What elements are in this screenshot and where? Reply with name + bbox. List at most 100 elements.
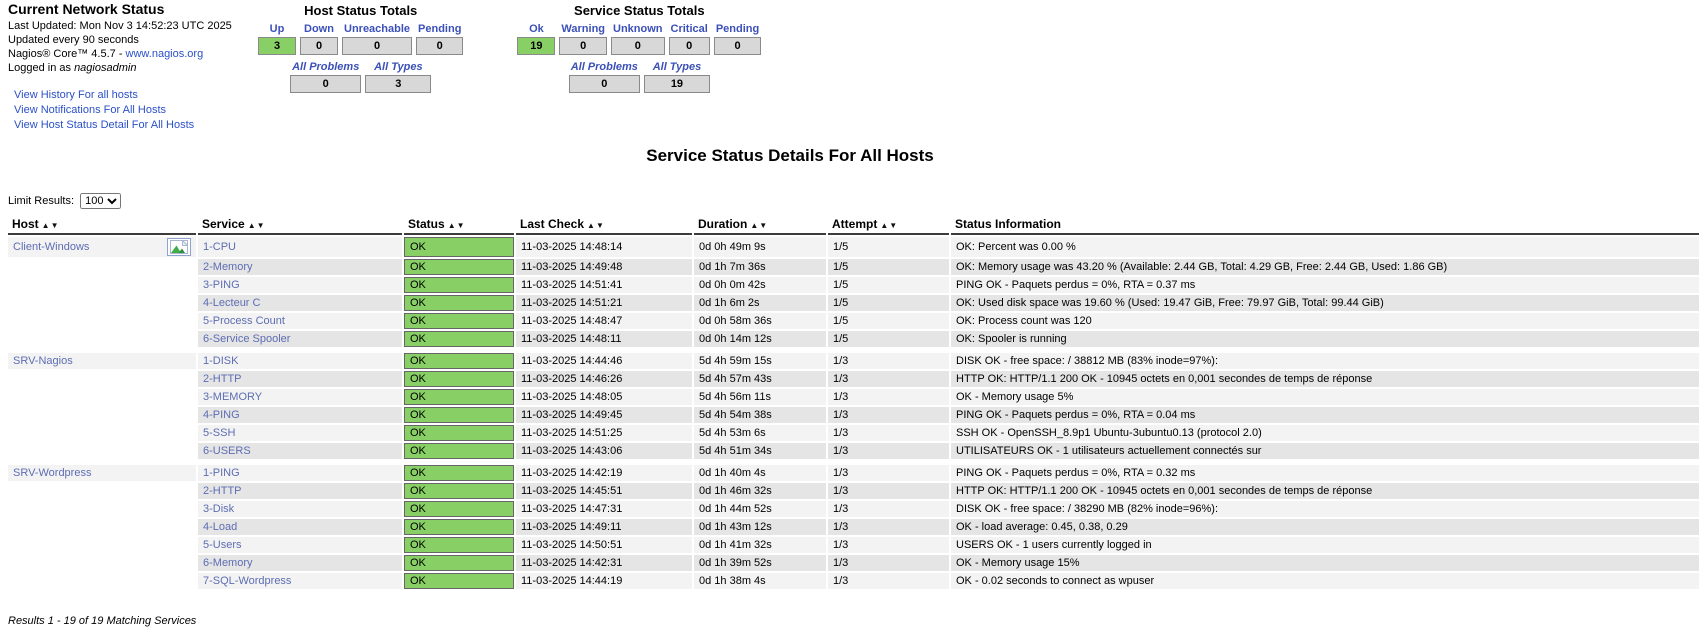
sort-descending-icon[interactable]: ▼	[759, 221, 768, 230]
sort-ascending-icon[interactable]: ▲	[248, 221, 257, 230]
status-cell: OK	[404, 537, 514, 553]
attempt-cell: 1/3	[828, 555, 949, 571]
service-cell: 2-HTTP	[198, 371, 402, 387]
service-cell: 1-PING	[198, 465, 402, 481]
sort-ascending-icon[interactable]: ▲	[587, 221, 596, 230]
service-col-link-unknown[interactable]: Unknown	[613, 23, 663, 35]
status-cell: OK	[404, 237, 514, 257]
host-all-types-link[interactable]: All Types	[374, 61, 423, 73]
view-notifications-link[interactable]: View Notifications For All Hosts	[14, 104, 248, 117]
service-link[interactable]: 4-PING	[203, 409, 240, 421]
service-link[interactable]: 1-PING	[203, 467, 240, 479]
service-link[interactable]: 7-SQL-Wordpress	[203, 575, 291, 587]
host-cell: SRV-Wordpress	[8, 465, 196, 481]
last-updated-text: Last Updated: Mon Nov 3 14:52:23 UTC 202…	[8, 20, 248, 33]
service-all-types-link[interactable]: All Types	[653, 61, 702, 73]
sort-ascending-icon[interactable]: ▲	[42, 221, 51, 230]
view-host-status-detail-link[interactable]: View Host Status Detail For All Hosts	[14, 119, 248, 132]
host-all-problems-link[interactable]: All Problems	[292, 61, 359, 73]
service-col-link-critical[interactable]: Critical	[671, 23, 708, 35]
host-col-link-down[interactable]: Down	[304, 23, 334, 35]
view-history-link[interactable]: View History For all hosts	[14, 89, 248, 102]
status-info-cell: OK: Memory usage was 43.20 % (Available:…	[951, 259, 1699, 275]
sort-descending-icon[interactable]: ▼	[51, 221, 60, 230]
service-col-link-warning[interactable]: Warning	[561, 23, 605, 35]
service-row: 4-Lecteur COK11-03-2025 14:51:210d 1h 6m…	[8, 295, 1699, 311]
service-all-problems-link[interactable]: All Problems	[571, 61, 638, 73]
service-cell: 2-HTTP	[198, 483, 402, 499]
service-link[interactable]: 2-Memory	[203, 261, 253, 273]
service-count-ok: 19	[517, 37, 555, 55]
status-info-cell: PING OK - Paquets perdus = 0%, RTA = 0.3…	[951, 277, 1699, 293]
service-row: 7-SQL-WordpressOK11-03-2025 14:44:190d 1…	[8, 573, 1699, 589]
sort-descending-icon[interactable]: ▼	[257, 221, 266, 230]
service-col-link-pending[interactable]: Pending	[716, 23, 759, 35]
status-cell: OK	[404, 425, 514, 441]
sort-ascending-icon[interactable]: ▲	[448, 221, 457, 230]
service-link[interactable]: 5-Users	[203, 539, 242, 551]
host-cell	[8, 259, 196, 275]
service-row: 2-HTTPOK11-03-2025 14:45:510d 1h 46m 32s…	[8, 483, 1699, 499]
status-info-cell: DISK OK - free space: / 38812 MB (83% in…	[951, 353, 1699, 369]
view-links: View History For all hosts View Notificat…	[8, 89, 248, 132]
status-cell: OK	[404, 443, 514, 459]
last-check-cell: 11-03-2025 14:51:41	[516, 277, 692, 293]
broken-image-icon[interactable]	[167, 238, 191, 256]
service-row: 2-HTTPOK11-03-2025 14:46:265d 4h 57m 43s…	[8, 371, 1699, 387]
host-cell	[8, 537, 196, 553]
service-link[interactable]: 5-SSH	[203, 427, 235, 439]
service-link[interactable]: 1-DISK	[203, 355, 238, 367]
status-cell: OK	[404, 389, 514, 405]
service-cell: 5-Process Count	[198, 313, 402, 329]
last-check-cell: 11-03-2025 14:49:48	[516, 259, 692, 275]
duration-cell: 0d 1h 46m 32s	[694, 483, 826, 499]
status-cell: OK	[404, 501, 514, 517]
service-link[interactable]: 4-Load	[203, 521, 237, 533]
sort-descending-icon[interactable]: ▼	[596, 221, 605, 230]
host-col-link-pending[interactable]: Pending	[418, 23, 461, 35]
service-col-link-ok[interactable]: Ok	[529, 23, 544, 35]
duration-cell: 0d 1h 41m 32s	[694, 537, 826, 553]
sort-descending-icon[interactable]: ▼	[457, 221, 466, 230]
service-link[interactable]: 1-CPU	[203, 241, 236, 253]
service-cell: 5-SSH	[198, 425, 402, 441]
duration-cell: 5d 4h 53m 6s	[694, 425, 826, 441]
sort-ascending-icon[interactable]: ▲	[750, 221, 759, 230]
host-col-link-unreachable[interactable]: Unreachable	[344, 23, 410, 35]
service-link[interactable]: 2-HTTP	[203, 485, 242, 497]
column-header-service: Service▲▼	[198, 215, 402, 235]
last-check-cell: 11-03-2025 14:48:05	[516, 389, 692, 405]
service-cell: 6-Memory	[198, 555, 402, 571]
host-link[interactable]: SRV-Nagios	[13, 355, 73, 367]
status-cell: OK	[404, 483, 514, 499]
host-col-link-up[interactable]: Up	[270, 23, 285, 35]
nagios-website-link[interactable]: www.nagios.org	[126, 48, 204, 60]
service-link[interactable]: 2-HTTP	[203, 373, 242, 385]
service-link[interactable]: 5-Process Count	[203, 315, 285, 327]
service-row: 3-PINGOK11-03-2025 14:51:410d 0h 0m 42s1…	[8, 277, 1699, 293]
attempt-cell: 1/3	[828, 501, 949, 517]
duration-cell: 0d 1h 44m 52s	[694, 501, 826, 517]
service-row: 5-SSHOK11-03-2025 14:51:255d 4h 53m 6s1/…	[8, 425, 1699, 441]
host-link[interactable]: SRV-Wordpress	[13, 467, 91, 479]
host-link[interactable]: Client-Windows	[13, 241, 89, 253]
limit-results-select[interactable]: 100	[80, 193, 121, 209]
last-check-cell: 11-03-2025 14:49:11	[516, 519, 692, 535]
service-link[interactable]: 4-Lecteur C	[203, 297, 260, 309]
duration-cell: 5d 4h 56m 11s	[694, 389, 826, 405]
service-count-critical: 0	[669, 37, 710, 55]
service-row: 4-PINGOK11-03-2025 14:49:455d 4h 54m 38s…	[8, 407, 1699, 423]
sort-descending-icon[interactable]: ▼	[889, 221, 898, 230]
service-link[interactable]: 3-MEMORY	[203, 391, 262, 403]
sort-ascending-icon[interactable]: ▲	[880, 221, 889, 230]
service-row: 6-MemoryOK11-03-2025 14:42:310d 1h 39m 5…	[8, 555, 1699, 571]
service-link[interactable]: 6-USERS	[203, 445, 251, 457]
duration-cell: 5d 4h 57m 43s	[694, 371, 826, 387]
last-check-cell: 11-03-2025 14:51:21	[516, 295, 692, 311]
service-link[interactable]: 6-Service Spooler	[203, 333, 290, 345]
service-link[interactable]: 3-PING	[203, 279, 240, 291]
attempt-cell: 1/3	[828, 465, 949, 481]
service-row: SRV-Nagios1-DISKOK11-03-2025 14:44:465d …	[8, 353, 1699, 369]
service-link[interactable]: 3-Disk	[203, 503, 234, 515]
service-link[interactable]: 6-Memory	[203, 557, 253, 569]
